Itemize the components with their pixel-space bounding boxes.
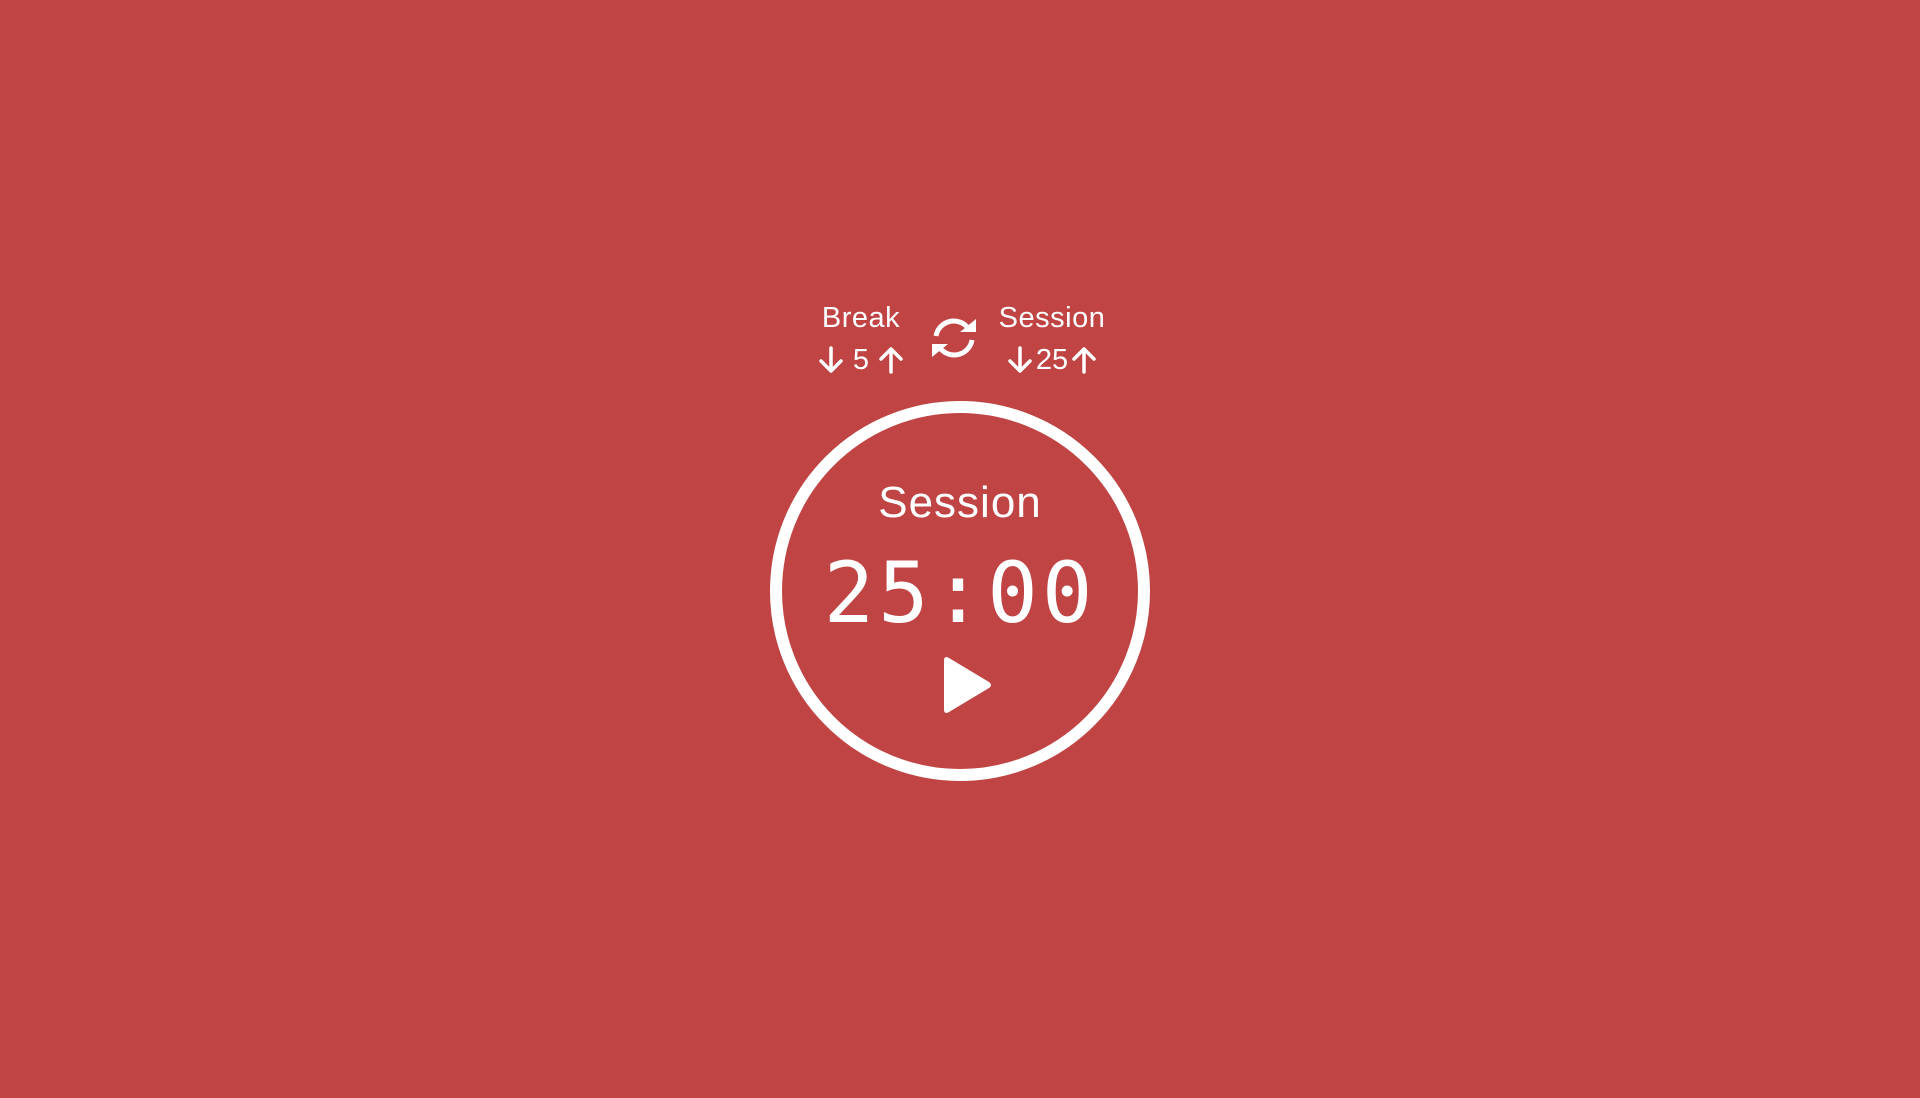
timer-dial: Session 25:00 <box>770 401 1150 781</box>
break-adjust-row: 5 <box>808 340 914 380</box>
play-icon <box>944 657 991 713</box>
session-increment-button[interactable] <box>1068 342 1100 378</box>
timer-label: Session <box>878 478 1042 527</box>
arrow-up-icon <box>1072 347 1096 374</box>
session-label: Session <box>998 302 1106 334</box>
break-decrement-button[interactable] <box>815 342 847 378</box>
arrow-down-icon <box>1008 346 1032 373</box>
session-length-value: 25 <box>1035 344 1069 376</box>
break-label: Break <box>821 302 901 334</box>
break-length-value: 5 <box>852 344 870 376</box>
session-decrement-button[interactable] <box>1004 342 1036 378</box>
break-length-control: Break 5 <box>808 296 914 380</box>
arrow-up-icon <box>879 347 903 374</box>
session-adjust-row: 25 <box>990 340 1114 380</box>
pomodoro-app: Break 5 Session 25 Session 25:00 <box>0 0 1920 1098</box>
reset-button[interactable] <box>928 312 980 364</box>
session-length-control: Session 25 <box>990 296 1114 380</box>
break-increment-button[interactable] <box>875 342 907 378</box>
arrow-down-icon <box>819 346 843 373</box>
refresh-icon <box>932 318 976 358</box>
timer-display: 25:00 <box>823 544 1097 642</box>
start-stop-button[interactable] <box>938 655 994 719</box>
